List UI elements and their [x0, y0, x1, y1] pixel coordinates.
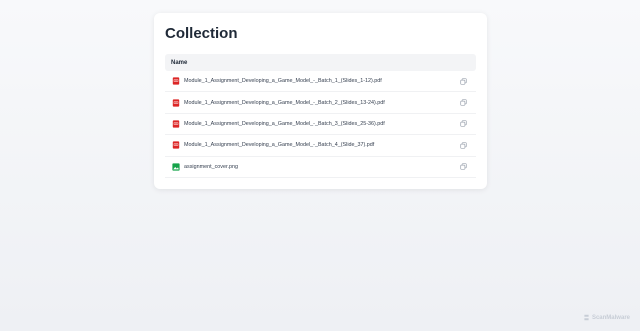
copy-icon[interactable] [460, 142, 467, 149]
column-header-name: Name [171, 59, 188, 66]
copy-icon[interactable] [460, 120, 467, 128]
file-name[interactable]: assignment_cover.png [184, 164, 460, 170]
pdf-file-icon [172, 120, 180, 128]
image-file-icon [172, 163, 180, 171]
page-title: Collection [165, 25, 238, 42]
table-row[interactable]: Module_1_Assignment_Developing_a_Game_Mo… [165, 71, 476, 93]
files-table: Name Module_1_Assignment_Developing_a_Ga… [165, 54, 476, 178]
pdf-file-icon [172, 77, 180, 85]
copy-icon[interactable] [460, 99, 467, 106]
file-name[interactable]: Module_1_Assignment_Developing_a_Game_Mo… [184, 142, 460, 148]
table-row[interactable]: assignment_cover.png [165, 157, 476, 178]
table-body: Module_1_Assignment_Developing_a_Game_Mo… [165, 71, 476, 178]
table-row[interactable]: Module_1_Assignment_Developing_a_Game_Mo… [165, 135, 476, 157]
scanmalware-logo-icon [584, 314, 589, 321]
table-row[interactable]: Module_1_Assignment_Developing_a_Game_Mo… [165, 114, 476, 136]
table-row[interactable]: Module_1_Assignment_Developing_a_Game_Mo… [165, 92, 476, 114]
file-name[interactable]: Module_1_Assignment_Developing_a_Game_Mo… [184, 78, 460, 84]
brand-name: ScanMalware [591, 314, 630, 321]
pdf-file-icon [172, 98, 180, 107]
copy-icon[interactable] [460, 78, 467, 85]
brand-watermark: ScanMalware [583, 314, 630, 321]
table-header: Name [165, 54, 476, 71]
pdf-file-icon [172, 141, 180, 149]
collection-card: Collection Name Module_1_Assignment_Deve… [154, 13, 487, 189]
file-name[interactable]: Module_1_Assignment_Developing_a_Game_Mo… [184, 100, 460, 106]
copy-icon[interactable] [460, 163, 467, 170]
file-name[interactable]: Module_1_Assignment_Developing_a_Game_Mo… [184, 121, 460, 127]
